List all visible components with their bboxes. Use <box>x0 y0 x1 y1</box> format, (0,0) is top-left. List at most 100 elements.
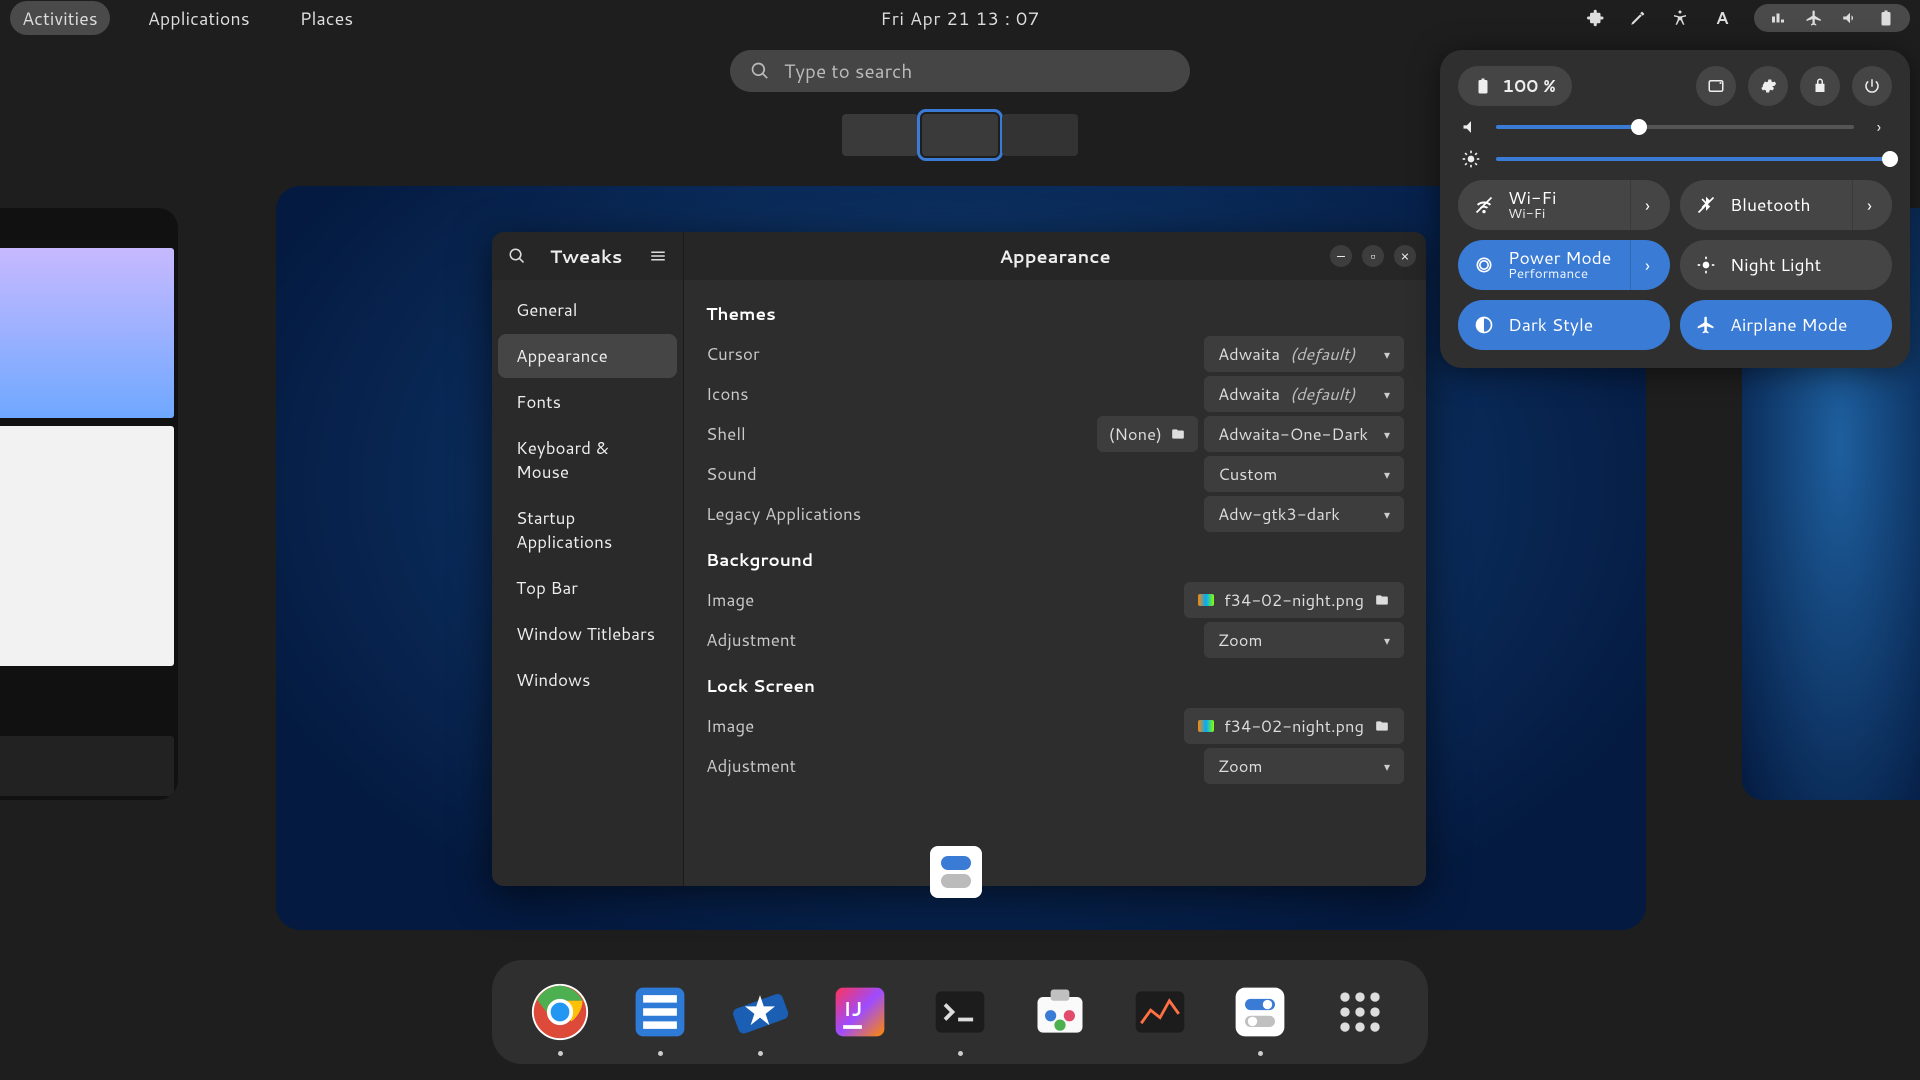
workspace-2[interactable] <box>922 114 998 156</box>
sidebar-item-fonts[interactable]: Fonts <box>498 380 677 424</box>
window-maximize-button[interactable]: ▫ <box>1362 245 1384 267</box>
row-sound: Sound Custom ▾ <box>706 454 1404 494</box>
row-icons: Icons Adwaita (default) ▾ <box>706 374 1404 414</box>
power-button[interactable] <box>1852 66 1892 106</box>
sidebar-item-keyboard-mouse[interactable]: Keyboard & Mouse <box>498 426 677 494</box>
shell-reset-button[interactable]: (None) <box>1097 416 1198 452</box>
folder-icon <box>1170 427 1186 441</box>
tweaks-titlebar: Tweaks Appearance – ▫ × <box>492 232 1426 280</box>
lock-image-chooser[interactable]: f34-02-night.png <box>1184 708 1404 744</box>
tweaks-sidebar: General Appearance Fonts Keyboard & Mous… <box>492 280 684 886</box>
dock-software[interactable] <box>1028 980 1092 1044</box>
sidebar-item-titlebars[interactable]: Window Titlebars <box>498 612 677 656</box>
toggle-airplane[interactable]: Airplane Mode <box>1680 300 1892 350</box>
section-lock-heading: Lock Screen <box>706 674 1404 698</box>
bluetooth-icon <box>1686 185 1726 225</box>
wifi-icon <box>1464 185 1504 225</box>
accessibility-icon[interactable] <box>1670 8 1690 28</box>
tweaks-app-icon[interactable] <box>930 846 982 898</box>
lock-button[interactable] <box>1800 66 1840 106</box>
volume-icon <box>1460 116 1482 138</box>
background-adjustment-dropdown[interactable]: Zoom ▾ <box>1204 622 1404 658</box>
chevron-down-icon: ▾ <box>1384 758 1390 775</box>
workspace-1[interactable] <box>842 114 918 156</box>
workspace-strip <box>842 114 1078 156</box>
airplane-icon <box>1686 305 1726 345</box>
icons-dropdown[interactable]: Adwaita (default) ▾ <box>1204 376 1404 412</box>
system-tray[interactable] <box>1754 4 1910 32</box>
cursor-dropdown[interactable]: Adwaita (default) ▾ <box>1204 336 1404 372</box>
dock-files[interactable] <box>628 980 692 1044</box>
toggle-dark[interactable]: Dark Style <box>1458 300 1670 350</box>
window-close-button[interactable]: × <box>1394 245 1416 267</box>
battery-chip[interactable]: 100 % <box>1458 66 1572 106</box>
sidebar-item-startup[interactable]: Startup Applications <box>498 496 677 564</box>
chevron-right-icon[interactable]: › <box>1630 240 1664 290</box>
power-full-icon <box>1876 8 1896 28</box>
chevron-right-icon[interactable]: › <box>1852 180 1886 230</box>
dock-anki[interactable] <box>728 980 792 1044</box>
quick-settings-panel: 100 % › Wi-FiWi-Fi›Bluetooth›Power ModeP… <box>1440 50 1910 368</box>
text-scaling-icon[interactable]: A <box>1712 8 1732 28</box>
chevron-down-icon: ▾ <box>1384 632 1390 649</box>
settings-button[interactable] <box>1748 66 1788 106</box>
row-legacy: Legacy Applications Adw-gtk3-dark ▾ <box>706 494 1404 534</box>
topbar-applications[interactable]: Applications <box>136 1 262 35</box>
chevron-down-icon: ▾ <box>1384 426 1390 443</box>
chevron-down-icon: ▾ <box>1384 466 1390 483</box>
sidebar-item-general[interactable]: General <box>498 288 677 332</box>
dock-tweaks[interactable] <box>1228 980 1292 1044</box>
background-image-chooser[interactable]: f34-02-night.png <box>1184 582 1404 618</box>
dock-terminal[interactable] <box>928 980 992 1044</box>
dock-chrome[interactable] <box>528 980 592 1044</box>
dock-show-apps[interactable] <box>1328 980 1392 1044</box>
tweaks-window: Tweaks Appearance – ▫ × General Appearan… <box>492 232 1426 886</box>
topbar-places[interactable]: Places <box>288 1 366 35</box>
clock[interactable]: Fri Apr 21 13 : 07 <box>880 5 1039 31</box>
toggle-night[interactable]: Night Light <box>1680 240 1892 290</box>
sidebar-item-top-bar[interactable]: Top Bar <box>498 566 677 610</box>
row-bg-adjust: Adjustment Zoom ▾ <box>706 620 1404 660</box>
toggle-bluetooth[interactable]: Bluetooth› <box>1680 180 1892 230</box>
legacy-apps-dropdown[interactable]: Adw-gtk3-dark ▾ <box>1204 496 1404 532</box>
quick-toggles: Wi-FiWi-Fi›Bluetooth›Power ModePerforman… <box>1458 180 1892 350</box>
chevron-down-icon: ▾ <box>1384 346 1390 363</box>
workspace-preview-left[interactable] <box>0 208 178 800</box>
lock-adjustment-dropdown[interactable]: Zoom ▾ <box>1204 748 1404 784</box>
dock-monitor[interactable] <box>1128 980 1192 1044</box>
section-background-heading: Background <box>706 548 1404 572</box>
tweaks-panel-title: Appearance <box>684 243 1426 269</box>
tweaks-content: Themes Cursor Adwaita (default) ▾ Icons … <box>684 280 1426 886</box>
toggle-power[interactable]: Power ModePerformance› <box>1458 240 1670 290</box>
top-bar: Activities Applications Places Fri Apr 2… <box>0 0 1920 36</box>
volume-slider[interactable]: › <box>1460 116 1890 138</box>
sound-dropdown[interactable]: Custom ▾ <box>1204 456 1404 492</box>
sidebar-item-appearance[interactable]: Appearance <box>498 334 677 378</box>
sidebar-item-windows[interactable]: Windows <box>498 658 677 702</box>
chevron-down-icon: ▾ <box>1384 506 1390 523</box>
chevron-right-icon[interactable]: › <box>1630 180 1664 230</box>
night-icon <box>1686 245 1726 285</box>
power-icon <box>1464 245 1504 285</box>
tweaks-menu-button[interactable] <box>647 245 669 267</box>
chevron-right-icon[interactable]: › <box>1868 116 1890 138</box>
screenshot-button[interactable] <box>1696 66 1736 106</box>
workspace-3[interactable] <box>1002 114 1078 156</box>
overview-search[interactable]: Type to search <box>730 50 1190 92</box>
tweaks-search-button[interactable] <box>506 245 528 267</box>
topbar-activities[interactable]: Activities <box>10 1 110 35</box>
shell-dropdown[interactable]: Adwaita-One-Dark ▾ <box>1204 416 1404 452</box>
color-picker-icon[interactable] <box>1628 8 1648 28</box>
toggle-wifi[interactable]: Wi-FiWi-Fi› <box>1458 180 1670 230</box>
airplane-icon <box>1804 8 1824 28</box>
row-shell: Shell (None) Adwaita-One-Dark ▾ <box>706 414 1404 454</box>
window-minimize-button[interactable]: – <box>1330 245 1352 267</box>
extension-icon[interactable] <box>1586 8 1606 28</box>
brightness-slider[interactable] <box>1460 148 1890 170</box>
section-themes-heading: Themes <box>706 302 1404 326</box>
row-lock-adjust: Adjustment Zoom ▾ <box>706 746 1404 786</box>
search-placeholder: Type to search <box>784 58 912 85</box>
dock-intellij[interactable]: IJ <box>828 980 892 1044</box>
tweaks-title: Tweaks <box>550 243 622 269</box>
row-lock-image: Image f34-02-night.png <box>706 706 1404 746</box>
